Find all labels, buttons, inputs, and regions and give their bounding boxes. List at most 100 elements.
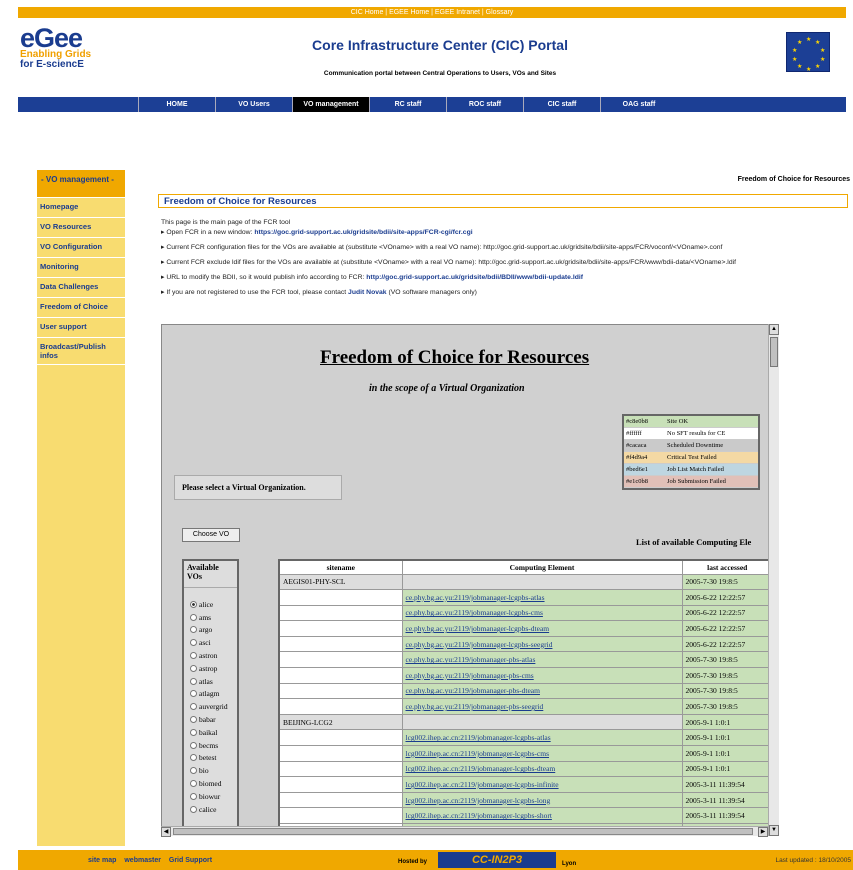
vo-label: asci [199, 638, 211, 648]
vo-radio-ams[interactable]: ams [184, 611, 237, 624]
cell-computing-element[interactable]: ce.phy.bg.ac.yu:2119/jobmanager-pbs-seeg… [401, 698, 683, 715]
col-computing-element: Computing Element [401, 559, 683, 575]
radio-icon[interactable] [190, 792, 197, 800]
footer-sitemap-link[interactable]: site map [88, 857, 116, 864]
scroll-thumb[interactable] [770, 337, 778, 367]
nav-vo-users[interactable]: VO Users [215, 97, 292, 112]
vo-radio-biowur[interactable]: biowur [184, 790, 237, 803]
radio-icon[interactable] [190, 626, 197, 634]
vo-label: alice [199, 599, 214, 609]
cc-in2p3-logo[interactable]: CC-IN2P3 [438, 852, 556, 868]
legend-row: #cacaca Scheduled Downtime [624, 440, 758, 452]
page-title: Core Infrastructure Center (CIC) Portal [312, 37, 568, 53]
bdii-link[interactable]: http://goc.grid-support.ac.uk/gridsite/b… [366, 274, 583, 281]
radio-icon[interactable] [190, 754, 197, 762]
vo-radio-atlagm[interactable]: atlagm [184, 688, 237, 701]
vertical-scrollbar[interactable]: ▲ ▼ [768, 324, 779, 836]
radio-icon[interactable] [190, 664, 197, 672]
section-title: Freedom of Choice for Resources [158, 194, 848, 208]
nav-oag-staff[interactable]: OAG staff [600, 97, 677, 112]
cell-last-accessed: 2005-7-30 19:8:5 [681, 667, 774, 684]
footer-grid-support-link[interactable]: Grid Support [169, 857, 212, 864]
cell-computing-element[interactable]: lcg002.ihep.ac.cn:2119/jobmanager-lcgpbs… [401, 745, 683, 762]
vo-radio-auvergrid[interactable]: auvergrid [184, 700, 237, 713]
scroll-right-icon[interactable]: ▶ [758, 827, 768, 837]
hscroll-thumb[interactable] [173, 828, 753, 835]
contact-link[interactable]: Judit Novak [348, 289, 387, 296]
nav-vo-management[interactable]: VO management [292, 97, 369, 112]
cell-computing-element[interactable]: lcg002.ihep.ac.cn:2119/jobmanager-lcgpbs… [401, 807, 683, 824]
cell-computing-element[interactable]: lcg002.ihep.ac.cn:2119/jobmanager-lcgpbs… [401, 776, 683, 793]
cell-computing-element[interactable]: ce.phy.bg.ac.yu:2119/jobmanager-lcgpbs-s… [401, 635, 683, 653]
radio-icon[interactable] [190, 703, 197, 711]
cell-last-accessed: 2005-7-30 19:8:5 [681, 573, 774, 591]
cell-last-accessed: 2005-3-11 11:39:54 [681, 776, 774, 793]
radio-icon[interactable] [190, 716, 197, 724]
radio-icon[interactable] [190, 690, 197, 698]
top-links[interactable]: CIC Home | EGEE Home | EGEE Intranet | G… [351, 9, 514, 16]
radio-icon[interactable] [190, 767, 197, 775]
intro-text: This page is the main page of the FCR to… [161, 219, 291, 226]
vo-radio-atlas[interactable]: atlas [184, 675, 237, 688]
radio-icon[interactable] [190, 613, 197, 621]
cell-computing-element[interactable]: lcg002.ihep.ac.cn:2119/jobmanager-lcgpbs… [401, 791, 683, 809]
bullet-ldif-files: ▸ Current FCR exclude ldif files for the… [161, 259, 736, 266]
bullet-text: Current FCR exclude ldif files for the V… [166, 259, 736, 266]
radio-icon[interactable] [190, 741, 197, 749]
table-row: AEGIS01-PHY-SCL 2005-7-30 19:8:5 [278, 573, 774, 591]
footer-webmaster-link[interactable]: webmaster [124, 857, 161, 864]
choose-vo-button[interactable]: Choose VO [182, 528, 240, 542]
scroll-up-icon[interactable]: ▲ [769, 324, 779, 335]
cell-computing-element[interactable]: ce.phy.bg.ac.yu:2119/jobmanager-lcgpbs-c… [401, 604, 683, 622]
vo-radio-bio[interactable]: bio [184, 764, 237, 777]
horizontal-scrollbar[interactable]: ◀ ▶ [161, 826, 768, 837]
cell-computing-element[interactable]: ce.phy.bg.ac.yu:2119/jobmanager-pbs-dtea… [401, 682, 683, 700]
radio-icon[interactable] [190, 728, 197, 736]
cell-last-accessed: 2005-7-30 19:8:5 [681, 651, 774, 669]
vo-radio-biomed[interactable]: biomed [184, 777, 237, 790]
cell-computing-element[interactable]: ce.phy.bg.ac.yu:2119/jobmanager-lcgpbs-a… [401, 589, 683, 606]
radio-icon[interactable] [190, 780, 197, 788]
cell-computing-element[interactable]: ce.phy.bg.ac.yu:2119/jobmanager-pbs-cms [401, 667, 683, 684]
cell-sitename [278, 698, 403, 715]
sidebar-item-broadcast[interactable]: Broadcast/Publish infos [37, 338, 125, 365]
sidebar-item-homepage[interactable]: Homepage [37, 198, 125, 218]
vo-radio-alice[interactable]: alice [184, 598, 237, 611]
radio-icon[interactable] [190, 639, 197, 647]
vo-radio-becms[interactable]: becms [184, 739, 237, 752]
footer: site map webmaster Grid Support Hosted b… [18, 850, 853, 870]
sidebar-item-freedom-of-choice[interactable]: Freedom of Choice [37, 298, 125, 318]
radio-icon[interactable] [190, 652, 197, 660]
radio-icon[interactable] [190, 805, 197, 813]
nav-rc-staff[interactable]: RC staff [369, 97, 446, 112]
vo-radio-argo[interactable]: argo [184, 624, 237, 637]
nav-roc-staff[interactable]: ROC staff [446, 97, 523, 112]
cell-computing-element[interactable]: lcg002.ihep.ac.cn:2119/jobmanager-lcgpbs… [401, 760, 683, 778]
vo-radio-calice[interactable]: calice [184, 803, 237, 816]
vo-radio-betest[interactable]: betest [184, 752, 237, 765]
nav-cic-staff[interactable]: CIC staff [523, 97, 600, 112]
sidebar-item-vo-configuration[interactable]: VO Configuration [37, 238, 125, 258]
sidebar-item-monitoring[interactable]: Monitoring [37, 258, 125, 278]
vo-radio-babar[interactable]: babar [184, 713, 237, 726]
sidebar-item-user-support[interactable]: User support [37, 318, 125, 338]
radio-icon[interactable] [190, 600, 197, 608]
sidebar-item-vo-resources[interactable]: VO Resources [37, 218, 125, 238]
nav-home[interactable]: HOME [138, 97, 215, 112]
vo-label: baikal [199, 727, 218, 737]
sidebar-item-data-challenges[interactable]: Data Challenges [37, 278, 125, 298]
cell-computing-element[interactable]: ce.phy.bg.ac.yu:2119/jobmanager-pbs-atla… [401, 651, 683, 669]
egee-logo[interactable]: eGee Enabling Grids for E-sciencE [20, 25, 120, 80]
scroll-down-icon[interactable]: ▼ [769, 825, 779, 836]
vo-radio-asci[interactable]: asci [184, 636, 237, 649]
radio-icon[interactable] [190, 677, 197, 685]
main-nav: HOME VO Users VO management RC staff ROC… [18, 97, 846, 112]
vo-radio-astron[interactable]: astron [184, 649, 237, 662]
vo-radio-baikal[interactable]: baikal [184, 726, 237, 739]
cell-computing-element[interactable]: lcg002.ihep.ac.cn:2119/jobmanager-lcgpbs… [401, 729, 683, 747]
scroll-left-icon[interactable]: ◀ [161, 827, 171, 837]
page-header: Freedom of Choice for Resources [737, 176, 850, 183]
fcr-link[interactable]: https://goc.grid-support.ac.uk/gridsite/… [254, 229, 472, 236]
vo-radio-astrop[interactable]: astrop [184, 662, 237, 675]
cell-computing-element[interactable]: ce.phy.bg.ac.yu:2119/jobmanager-lcgpbs-d… [401, 620, 683, 637]
